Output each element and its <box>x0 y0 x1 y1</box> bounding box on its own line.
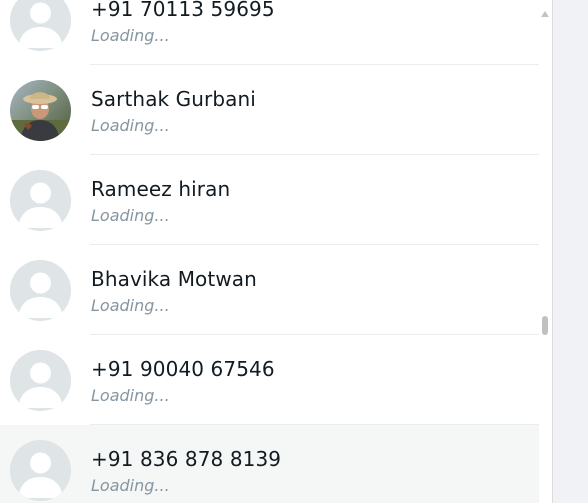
contact-list-pane[interactable]: +91 70113 59695 Loading... Sarthak Gurba… <box>0 0 539 503</box>
side-panel <box>553 0 588 503</box>
contact-row-body: Sarthak Gurbani Loading... <box>90 65 539 155</box>
default-avatar-icon <box>10 260 71 321</box>
contact-status: Loading... <box>91 386 170 405</box>
scrollbar-track[interactable] <box>539 0 553 503</box>
default-avatar-icon <box>10 440 71 501</box>
contact-status: Loading... <box>91 476 170 495</box>
contact-name: +91 836 878 8139 <box>91 447 282 471</box>
contact-list-app: +91 70113 59695 Loading... Sarthak Gurba… <box>0 0 588 503</box>
contact-row-body: +91 70113 59695 Loading... <box>90 0 539 65</box>
contact-list: +91 70113 59695 Loading... Sarthak Gurba… <box>0 0 539 503</box>
default-avatar-icon <box>10 170 71 231</box>
contact-row-body: +91 836 878 8139 Loading... <box>90 425 539 503</box>
contact-status: Loading... <box>91 296 170 315</box>
contact-name: Bhavika Motwan <box>91 267 257 291</box>
profile-photo-avatar <box>10 80 71 141</box>
contact-row[interactable]: Rameez hiran Loading... <box>0 155 539 245</box>
default-avatar-icon <box>10 0 71 51</box>
scrollbar-thumb[interactable] <box>542 316 548 335</box>
contact-row-hovered[interactable]: +91 836 878 8139 Loading... <box>0 425 539 503</box>
contact-row[interactable]: Bhavika Motwan Loading... <box>0 245 539 335</box>
contact-status: Loading... <box>91 26 170 45</box>
contact-name: +91 90040 67546 <box>91 357 275 381</box>
contact-status: Loading... <box>91 206 170 225</box>
contact-name: Rameez hiran <box>91 177 231 201</box>
scroll-up-arrow-icon[interactable] <box>541 11 549 17</box>
contact-name: +91 70113 59695 <box>91 0 275 21</box>
contact-name: Sarthak Gurbani <box>91 87 256 111</box>
contact-status: Loading... <box>91 116 170 135</box>
contact-row-body: Bhavika Motwan Loading... <box>90 245 539 335</box>
contact-row[interactable]: Sarthak Gurbani Loading... <box>0 65 539 155</box>
contact-row-body: Rameez hiran Loading... <box>90 155 539 245</box>
contact-row-body: +91 90040 67546 Loading... <box>90 335 539 425</box>
default-avatar-icon <box>10 350 71 411</box>
contact-row[interactable]: +91 90040 67546 Loading... <box>0 335 539 425</box>
contact-row[interactable]: +91 70113 59695 Loading... <box>0 0 539 65</box>
